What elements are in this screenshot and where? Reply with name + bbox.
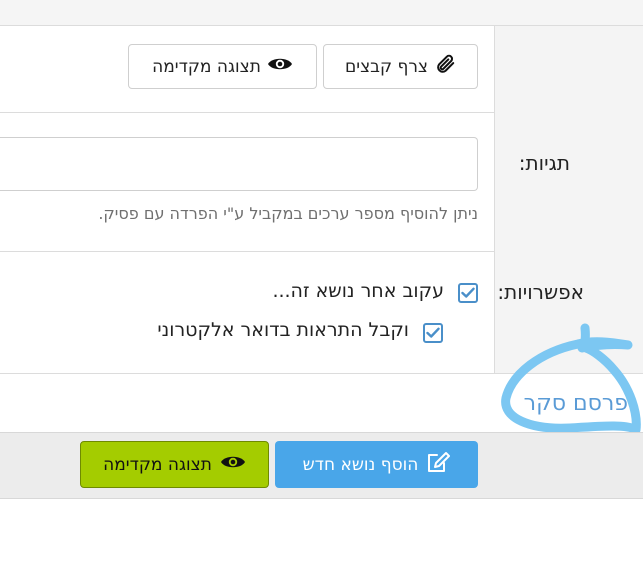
paperclip-icon (434, 53, 456, 80)
row-divider (0, 112, 494, 113)
preview-label: תצוגה מקדימה (152, 56, 261, 77)
add-topic-button[interactable]: הוסף נושא חדש (275, 441, 478, 488)
edit-icon (426, 451, 451, 478)
attach-files-label: צרף קבצים (344, 56, 429, 77)
options-label: אפשרויות: (497, 280, 584, 304)
row-divider (0, 251, 494, 252)
follow-topic-label: עקוב אחר נושא זה... (272, 280, 444, 302)
tags-help-text: ניתן להוסיף מספר ערכים במקביל ע"י הפרדה … (98, 204, 478, 223)
footer-preview-label: תצוגה מקדימה (103, 454, 212, 475)
add-topic-label: הוסף נושא חדש (302, 454, 419, 475)
checkmark-icon (461, 284, 475, 303)
email-notify-label: וקבל התראות בדואר אלקטרוני (157, 319, 409, 341)
tags-input[interactable] (0, 137, 478, 191)
tags-label: תגיות: (518, 151, 570, 175)
eye-icon (267, 55, 293, 78)
footer-preview-button[interactable]: תצוגה מקדימה (80, 441, 269, 488)
preview-button[interactable]: תצוגה מקדימה (128, 44, 317, 89)
follow-topic-checkbox[interactable] (458, 283, 478, 303)
eye-icon (220, 453, 246, 476)
checkmark-icon (426, 324, 440, 343)
highlight-scribble (501, 323, 641, 435)
attach-files-button[interactable]: צרף קבצים (323, 44, 478, 89)
top-strip (0, 0, 643, 26)
email-notify-checkbox[interactable] (423, 323, 443, 343)
